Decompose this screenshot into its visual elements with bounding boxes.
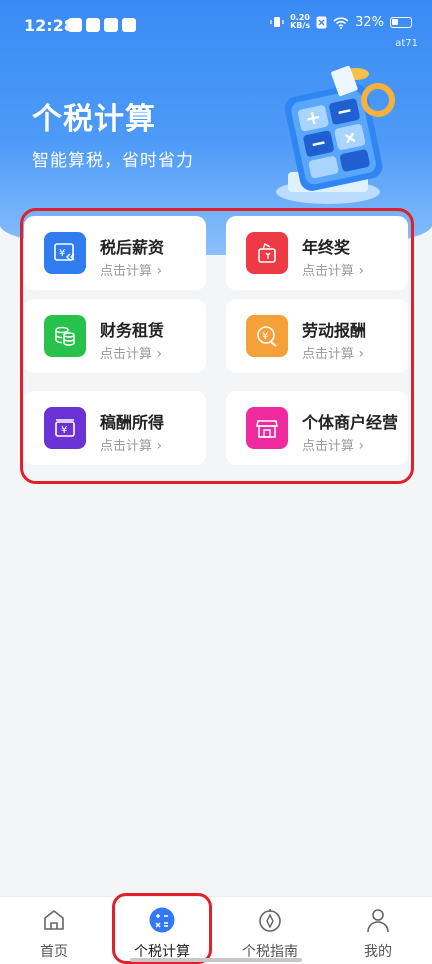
home-icon	[44, 909, 64, 930]
page-subtitle: 智能算税，省时省力	[32, 151, 194, 171]
nav-label: 首页	[40, 944, 68, 960]
coins-icon	[44, 315, 86, 357]
card-sub: 点击计算	[100, 343, 162, 362]
bottom-nav: 首页 个税计算 个税指南 我的	[0, 896, 432, 964]
network-speed: 0.20 KB/s	[290, 14, 310, 30]
card-sub: 点击计算	[100, 260, 162, 279]
sim-icon	[316, 16, 327, 28]
battery-percent: 32%	[355, 14, 384, 30]
compass-icon	[259, 909, 281, 932]
nav-item-profile[interactable]: 我的	[324, 897, 432, 964]
svg-text:¥: ¥	[59, 248, 65, 259]
card-after-tax-salary[interactable]: ¥ 税后薪资 点击计算	[24, 216, 206, 290]
notification-icons	[68, 18, 136, 32]
royalty-icon: ¥	[44, 407, 86, 449]
nav-item-tax-guide[interactable]: 个税指南	[216, 897, 324, 964]
card-royalty-income[interactable]: ¥ 稿酬所得 点击计算	[24, 391, 206, 465]
wifi-icon	[333, 16, 349, 29]
card-financial-leasing[interactable]: 财务租赁 点击计算	[24, 299, 206, 373]
page-title: 个税计算	[32, 102, 156, 137]
card-sub: 点击计算	[302, 435, 364, 454]
calculator-icon	[149, 907, 175, 933]
calculator-grid: ¥ 税后薪资 点击计算 年终奖 点击计算 财务租赁 点击计算 ¥ 劳动报酬 点击…	[18, 206, 414, 484]
app-notification-icon	[68, 18, 82, 32]
net-speed-unit: KB/s	[290, 21, 311, 30]
salary-icon: ¥	[44, 232, 86, 274]
card-label: 财务租赁	[100, 321, 165, 340]
card-labor-remuneration[interactable]: ¥ 劳动报酬 点击计算	[226, 299, 408, 373]
nav-label: 我的	[364, 944, 392, 960]
home-indicator[interactable]	[130, 958, 302, 962]
card-label: 劳动报酬	[302, 321, 367, 340]
status-right: 0.20 KB/s 32%	[270, 14, 412, 30]
bonus-icon	[246, 232, 288, 274]
shop-icon	[246, 407, 288, 449]
app-notification-icon	[104, 18, 118, 32]
nav-item-tax-calculator[interactable]: 个税计算	[108, 897, 216, 964]
card-year-end-bonus[interactable]: 年终奖 点击计算	[226, 216, 408, 290]
nav-item-home[interactable]: 首页	[0, 897, 108, 964]
vibrate-icon	[270, 17, 284, 27]
card-label: 个体商户经营	[302, 413, 399, 432]
card-label: 年终奖	[302, 238, 351, 257]
svg-text:¥: ¥	[262, 331, 268, 342]
card-label: 税后薪资	[100, 238, 165, 257]
app-notification-icon	[86, 18, 100, 32]
svg-text:¥: ¥	[61, 425, 67, 436]
status-bar: 12:28 0.20 KB/s 32% at71	[0, 0, 432, 52]
card-label: 稿酬所得	[100, 413, 165, 432]
carrier-tag: at71	[395, 38, 418, 49]
card-sub: 点击计算	[302, 343, 364, 362]
app-notification-icon	[122, 18, 136, 32]
calculator-illustration	[276, 65, 395, 204]
card-sub: 点击计算	[100, 435, 162, 454]
card-sub: 点击计算	[302, 260, 364, 279]
card-individual-business[interactable]: 个体商户经营 点击计算	[226, 391, 408, 465]
user-icon	[367, 909, 389, 933]
battery-icon	[390, 16, 412, 28]
labor-icon: ¥	[246, 315, 288, 357]
title-block: 个税计算 智能算税，省时省力	[32, 94, 194, 171]
